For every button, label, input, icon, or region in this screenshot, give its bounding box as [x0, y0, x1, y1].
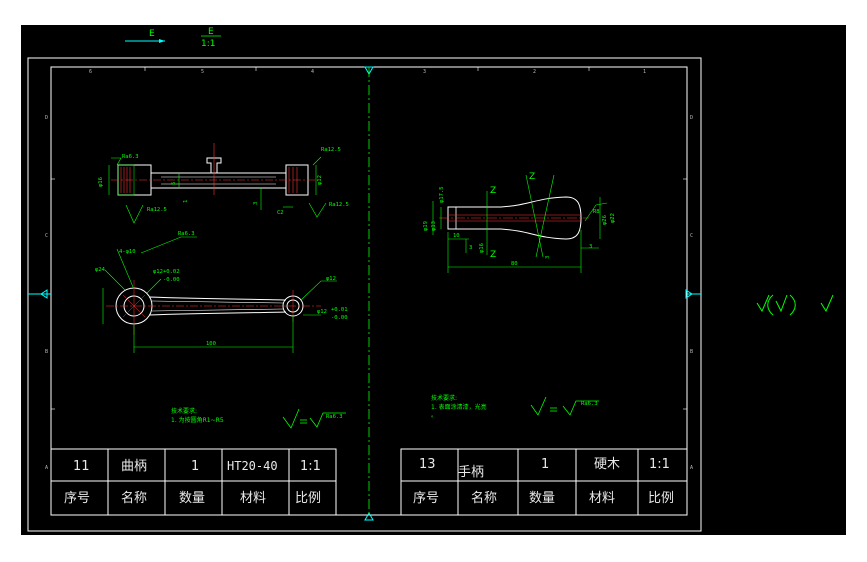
zone-left-4: A — [45, 465, 48, 471]
view-arrow-head — [159, 39, 165, 43]
roughness-label-5: Ra6.3 — [178, 231, 195, 237]
right-tb-header-number: 序号 — [413, 491, 439, 506]
dim-small-bore: φ12 — [317, 309, 327, 315]
zone-top-2: 5 — [201, 69, 204, 75]
section-mark-z2: Z — [529, 172, 535, 182]
tol-upper-1: +0.02 — [163, 269, 180, 275]
left-tb-qty: 1 — [191, 459, 199, 474]
tol-lower-1: -0.00 — [163, 277, 180, 283]
right-notes-line2: 。 — [431, 412, 437, 419]
left-tb-header-number: 序号 — [64, 491, 90, 506]
dim-handle-length: 80 — [511, 261, 518, 267]
zone-left-2: C — [45, 233, 48, 239]
zone-top-6: 1 — [643, 69, 646, 75]
centering-marks — [28, 66, 701, 521]
dim-hub-left: φ16 — [98, 177, 104, 187]
right-tb-number: 13 — [419, 457, 436, 472]
right-tb-header-material: 材料 — [589, 491, 615, 506]
dim-step-3: 3 — [545, 256, 551, 259]
view-label-right-letter: E — [208, 27, 214, 37]
left-notes-line1: 1. 为按圆角R1~R5 — [171, 416, 224, 424]
cad-drawing-viewport[interactable]: E E 1:1 6 5 4 3 2 1 D C B A D C B A Ra6.… — [21, 25, 846, 535]
right-technical-notes: 技术要求: 1. 表面涂清漆，光亮 。 Ra6.3 — [431, 394, 599, 419]
crank-top-view: 100 φ24 φ12 4-φ10 Ra6.3 φ12 +0.02 -0.00 … — [95, 231, 348, 353]
view-label: E E 1:1 — [125, 27, 221, 49]
roughness-label-2: Ra12.5 — [321, 147, 341, 153]
left-symbol-value: Ra6.3 — [326, 414, 343, 420]
dim-center-distance: 100 — [206, 341, 216, 347]
right-tb-material: 硬木 — [594, 457, 620, 472]
dim-d16: φ16 — [479, 243, 485, 253]
left-notes-title: 技术要求: — [171, 407, 197, 415]
tol-upper-2: +0.01 — [331, 307, 348, 313]
section-mark-z1: Z — [490, 186, 496, 196]
right-tb-name: 手柄 — [458, 465, 484, 480]
crank-front-view: Ra6.3 Ra12.5 Ra12.5 Ra12.5 C2 φ16 φ12 5 … — [98, 143, 349, 224]
dim-holes: 4-φ10 — [119, 249, 136, 255]
right-tb-header-name: 名称 — [471, 490, 497, 506]
dim-neck-length: 10 — [453, 233, 460, 239]
dim-end-radius: R8 — [593, 209, 600, 215]
right-notes-line1: 1. 表面涂清漆，光亮 — [431, 403, 487, 411]
dim-small-hub: φ12 — [326, 276, 336, 282]
title-block-left-text: 11 曲柄 1 HT20-40 1:1 序号 名称 数量 材料 比例 — [64, 459, 321, 506]
zone-right-1: D — [690, 115, 693, 121]
dim-chamfer: C2 — [277, 210, 284, 216]
zone-right-4: A — [690, 465, 693, 471]
dim-d13: φ13 — [431, 221, 437, 231]
right-symbol-value: Ra6.3 — [581, 401, 598, 407]
dim-outer-hub: φ24 — [95, 267, 106, 273]
dim-d19: φ19 — [423, 221, 429, 231]
roughness-label-4: Ra12.5 — [329, 202, 349, 208]
zone-right-3: B — [690, 349, 693, 355]
handle-view: 80 10 3 3 R8 φ19 φ13 φ17.5 φ26 φ22 φ16 3… — [423, 172, 616, 273]
right-tb-header-qty: 数量 — [529, 491, 555, 506]
left-tb-material: HT20-40 — [227, 459, 278, 473]
right-tb-scale: 1:1 — [649, 457, 670, 472]
dim-d17: φ17.5 — [439, 186, 445, 203]
dim-arm: 5 — [171, 182, 177, 185]
left-tb-scale: 1:1 — [300, 459, 321, 474]
left-tb-name: 曲柄 — [121, 459, 147, 474]
dim-arm-2: 3 — [253, 202, 259, 205]
right-tb-qty: 1 — [541, 457, 549, 472]
tol-lower-2: -0.00 — [331, 315, 348, 321]
left-tb-number: 11 — [73, 459, 90, 474]
zone-top-5: 2 — [533, 69, 536, 75]
section-mark-z3: Z — [490, 250, 496, 260]
left-tb-header-material: 材料 — [240, 491, 266, 506]
dim-arm-3: 1 — [183, 200, 189, 203]
zone-top-3: 4 — [311, 69, 314, 75]
right-tb-header-scale: 比例 — [648, 491, 674, 506]
right-notes-title: 技术要求: — [431, 394, 457, 402]
view-label-left-letter: E — [149, 29, 155, 39]
dim-step-1: 3 — [469, 245, 472, 251]
roughness-label-1: Ra6.3 — [122, 154, 139, 160]
left-tb-header-name: 名称 — [121, 490, 147, 506]
outside-roughness-symbols — [756, 294, 834, 316]
zone-top-1: 6 — [89, 69, 92, 75]
dim-d22: φ22 — [610, 213, 616, 223]
dim-step-2: 3 — [589, 244, 592, 250]
zone-left-3: B — [45, 349, 48, 355]
dim-bore: φ12 — [153, 269, 163, 275]
left-technical-notes: 技术要求: 1. 为按圆角R1~R5 Ra6.3 — [171, 407, 346, 429]
zone-right-2: C — [690, 233, 693, 239]
dim-hub-right: φ12 — [317, 175, 323, 185]
view-label-scale: 1:1 — [201, 39, 215, 49]
drawing-svg: E E 1:1 6 5 4 3 2 1 D C B A D C B A Ra6.… — [27, 27, 834, 532]
zone-top-4: 3 — [423, 69, 426, 75]
roughness-label-3: Ra12.5 — [147, 207, 167, 213]
dim-d26: φ26 — [602, 215, 608, 225]
left-tb-header-scale: 比例 — [295, 491, 321, 506]
zone-left-1: D — [45, 115, 48, 121]
left-tb-header-qty: 数量 — [179, 491, 205, 506]
